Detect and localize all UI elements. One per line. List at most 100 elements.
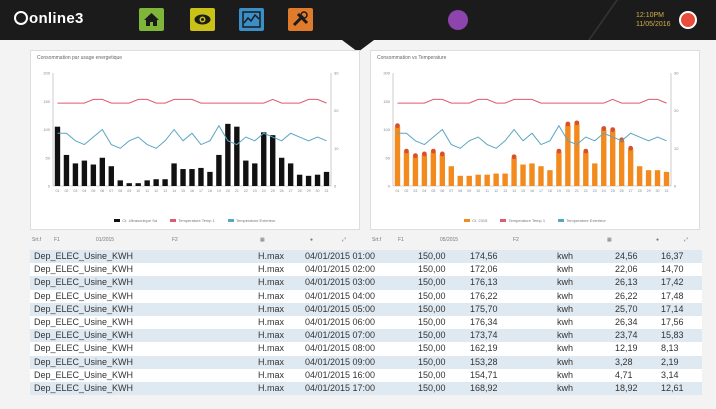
filter-f2[interactable]: F2 (513, 237, 519, 243)
table-row[interactable]: Dep_ELEC_Usine_KWH H.max 04/01/2015 04:00 1… (30, 289, 702, 303)
x-tick-label: 03 (73, 189, 77, 193)
bar (99, 157, 106, 186)
period-select[interactable]: 05/2015 (440, 237, 458, 243)
home-icon (139, 8, 164, 31)
bar-marker (556, 148, 562, 154)
x-tick-label: 25 (611, 189, 615, 193)
left-chart-title: Consommation par usage energetique (37, 55, 123, 61)
table-cell: Dep_ELEC_Usine_KWH (34, 316, 134, 327)
x-tick-label: 23 (593, 189, 597, 193)
bar (421, 154, 428, 186)
table-cell: 25,70 (615, 303, 638, 314)
table-cell: kwh (557, 316, 574, 327)
bar (601, 129, 607, 186)
table-cell: 168,92 (470, 382, 498, 393)
bar-marker (404, 148, 409, 154)
table-row[interactable]: Dep_ELEC_Usine_KWH H.max 04/01/2015 03:00 1… (30, 276, 702, 290)
tools-button[interactable] (288, 8, 313, 31)
sort-select[interactable]: Srt.f (372, 237, 381, 243)
table-cell: kwh (557, 369, 574, 380)
bar (261, 132, 267, 186)
table-cell: 12,19 (615, 343, 638, 354)
bar (72, 163, 79, 186)
table-cell: 04/01/2015 07:00 (305, 330, 376, 341)
right-chart-title: Consommation vs Temperature (377, 55, 447, 61)
table-cell: Dep_ELEC_Usine_KWH (34, 290, 134, 301)
x-tick-label: 20 (566, 189, 570, 193)
table-cell: H.max (258, 330, 285, 341)
table-cell: 22,06 (615, 264, 638, 275)
bar (207, 171, 213, 186)
filter-f1[interactable]: F1 (54, 237, 60, 243)
eye-icon (190, 8, 215, 31)
table-row[interactable]: Dep_ELEC_Usine_KWH H.max 04/01/2015 01:00 1… (30, 250, 702, 264)
app-logo[interactable]: online3 (14, 10, 84, 27)
bar (394, 126, 401, 186)
y-tick-label: 150 (383, 99, 390, 104)
bar (466, 175, 472, 186)
expand-icon[interactable]: ⤢ (342, 237, 346, 243)
table-cell: H.max (258, 369, 285, 380)
bar (323, 171, 330, 186)
settings-icon[interactable]: ● (656, 237, 659, 243)
x-tick-label: 20 (226, 189, 230, 193)
filter-f1[interactable]: F1 (398, 237, 404, 243)
table-cell: Dep_ELEC_Usine_KWH (34, 277, 134, 288)
x-tick-label: 21 (575, 189, 579, 193)
x-tick-label: 27 (629, 189, 633, 193)
legend-item: Temperature Exterieur (558, 218, 606, 223)
calendar-icon[interactable]: ▦ (260, 237, 265, 243)
x-tick-label: 23 (253, 189, 257, 193)
table-row[interactable]: Dep_ELEC_Usine_KWH H.max 04/01/2015 08:00 1… (30, 342, 702, 356)
series-line (57, 98, 327, 104)
table-row[interactable]: Dep_ELEC_Usine_KWH H.max 04/01/2015 17:00 1… (30, 381, 702, 396)
table-cell: H.max (258, 343, 285, 354)
bar (430, 152, 437, 186)
table-row[interactable]: Dep_ELEC_Usine_KWH H.max 04/01/2015 05:00 1… (30, 302, 702, 316)
table-cell: 150,00 (418, 277, 446, 288)
bar (198, 167, 204, 186)
bar (636, 166, 643, 186)
bar (475, 174, 481, 186)
bar (90, 164, 97, 186)
x-tick-label: 12 (494, 189, 498, 193)
table-row[interactable]: Dep_ELEC_Usine_KWH H.max 04/01/2015 07:00 1… (30, 329, 702, 343)
period-select[interactable]: 01/2015 (96, 237, 114, 243)
eye-button[interactable] (190, 8, 215, 31)
bar-marker (565, 121, 571, 127)
table-row[interactable]: Dep_ELEC_Usine_KWH H.max 04/01/2015 16:00 1… (30, 368, 702, 382)
home-button[interactable] (139, 8, 164, 31)
sort-select[interactable]: Srt.f (32, 237, 41, 243)
x-tick-label: 17 (539, 189, 543, 193)
bar-marker (395, 123, 400, 129)
table-row[interactable]: Dep_ELEC_Usine_KWH H.max 04/01/2015 02:00 1… (30, 263, 702, 277)
x-tick-label: 08 (118, 189, 122, 193)
chart-button[interactable] (239, 8, 264, 31)
bar-marker (574, 120, 580, 126)
table-row[interactable]: Dep_ELEC_Usine_KWH H.max 04/01/2015 09:00 1… (30, 355, 702, 369)
power-icon[interactable] (679, 11, 697, 29)
toolbar-divider (587, 0, 619, 40)
filter-f2[interactable]: F2 (172, 237, 178, 243)
table-row[interactable]: Dep_ELEC_Usine_KWH H.max 04/01/2015 06:00 1… (30, 315, 702, 330)
series-line (397, 124, 667, 149)
user-avatar[interactable] (448, 10, 468, 30)
x-tick-label: 16 (530, 189, 534, 193)
table-cell: 18,92 (615, 382, 638, 393)
x-tick-label: 17 (199, 189, 203, 193)
table-cell: 150,00 (418, 264, 446, 275)
expand-icon[interactable]: ⤢ (684, 237, 688, 243)
table-cell: 176,34 (470, 316, 498, 327)
table-cell: kwh (557, 356, 574, 367)
table-cell: 04/01/2015 01:00 (305, 251, 376, 261)
y-tick-label: 50 (386, 155, 391, 160)
calendar-icon[interactable]: ▦ (607, 237, 612, 243)
bar (529, 163, 535, 186)
x-tick-label: 05 (91, 189, 95, 193)
bar (439, 154, 446, 186)
bar (216, 154, 222, 186)
settings-icon[interactable]: ● (310, 237, 313, 243)
table-cell: kwh (557, 264, 574, 275)
y2-tick-label: 10 (674, 146, 679, 151)
bar (225, 123, 231, 186)
